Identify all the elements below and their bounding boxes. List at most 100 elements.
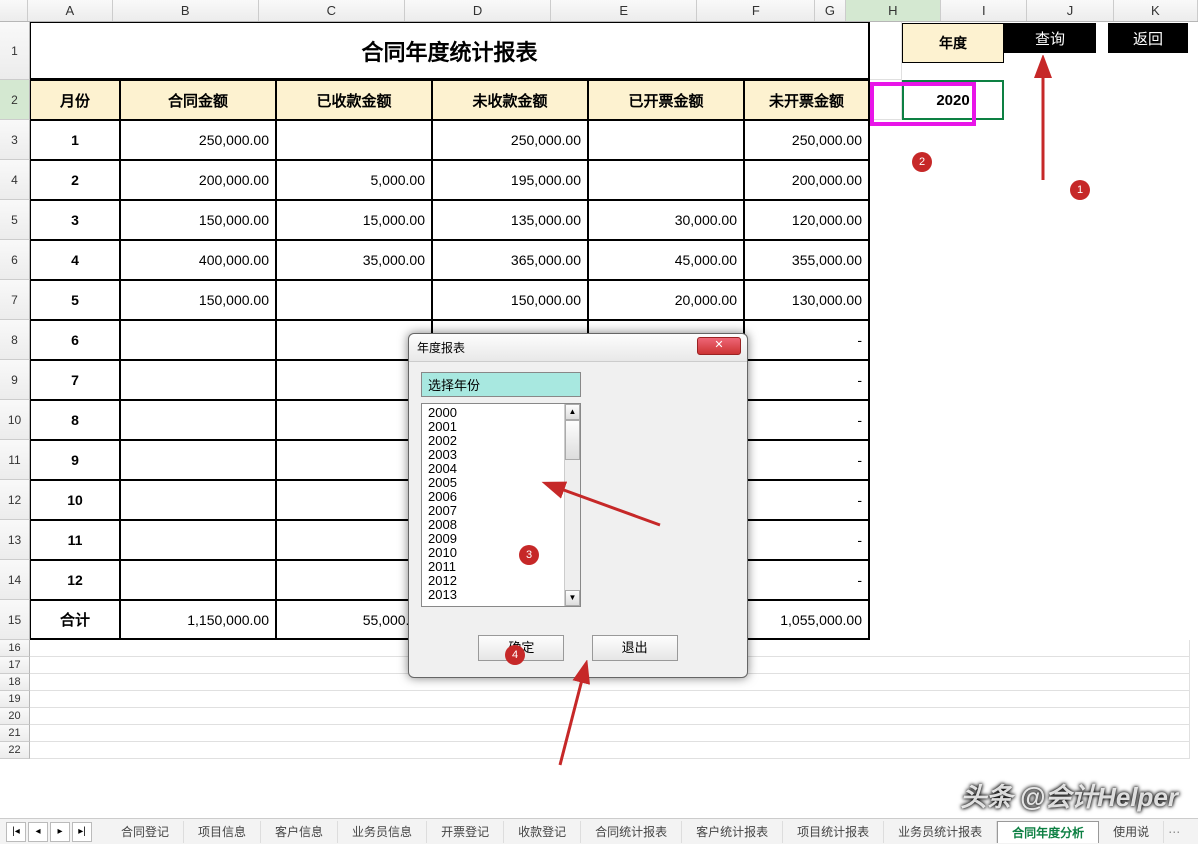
contract-cell[interactable] bbox=[120, 320, 276, 360]
contract-cell[interactable]: 150,000.00 bbox=[120, 280, 276, 320]
uninvoiced-cell[interactable]: - bbox=[744, 360, 870, 400]
year-option[interactable]: 2001 bbox=[428, 420, 580, 434]
row-header[interactable]: 21 bbox=[0, 725, 30, 742]
row-header[interactable]: 6 bbox=[0, 240, 30, 280]
month-cell[interactable]: 2 bbox=[30, 160, 120, 200]
scroll-down-button[interactable]: ▼ bbox=[565, 590, 580, 606]
row-header[interactable]: 3 bbox=[0, 120, 30, 160]
query-button[interactable]: 查询 bbox=[1004, 23, 1096, 53]
uninvoiced-cell[interactable]: - bbox=[744, 400, 870, 440]
sheet-tab[interactable]: 合同统计报表 bbox=[581, 821, 682, 843]
year-option[interactable]: 2003 bbox=[428, 448, 580, 462]
row-header[interactable]: 15 bbox=[0, 600, 30, 640]
year-option[interactable]: 2013 bbox=[428, 588, 580, 602]
month-cell[interactable]: 4 bbox=[30, 240, 120, 280]
contract-cell[interactable]: 150,000.00 bbox=[120, 200, 276, 240]
empty-cell[interactable] bbox=[30, 742, 1190, 759]
contract-cell[interactable] bbox=[120, 440, 276, 480]
empty-cell[interactable] bbox=[30, 691, 1190, 708]
empty-cell[interactable] bbox=[870, 80, 902, 120]
row-header[interactable]: 4 bbox=[0, 160, 30, 200]
sheet-tab[interactable]: 开票登记 bbox=[427, 821, 504, 843]
contract-cell[interactable] bbox=[120, 360, 276, 400]
row-header[interactable]: 5 bbox=[0, 200, 30, 240]
year-value-cell[interactable]: 2020 bbox=[902, 80, 1004, 120]
unreceived-cell[interactable]: 195,000.00 bbox=[432, 160, 588, 200]
sheet-tab[interactable]: 合同年度分析 bbox=[997, 821, 1099, 843]
row-header[interactable]: 20 bbox=[0, 708, 30, 725]
col-header[interactable]: C bbox=[259, 0, 405, 21]
year-option[interactable]: 2007 bbox=[428, 504, 580, 518]
sheet-tab[interactable]: 客户统计报表 bbox=[682, 821, 783, 843]
row-header[interactable]: 10 bbox=[0, 400, 30, 440]
contract-cell[interactable] bbox=[120, 400, 276, 440]
dialog-titlebar[interactable]: 年度报表 ✕ bbox=[409, 334, 747, 362]
tab-nav-next[interactable]: ▸ bbox=[50, 822, 70, 842]
col-header[interactable]: H bbox=[846, 0, 942, 21]
col-header[interactable]: B bbox=[113, 0, 259, 21]
contract-cell[interactable] bbox=[120, 480, 276, 520]
col-header[interactable]: E bbox=[551, 0, 697, 21]
row-header[interactable]: 18 bbox=[0, 674, 30, 691]
sheet-tab[interactable]: 客户信息 bbox=[261, 821, 338, 843]
uninvoiced-cell[interactable]: 200,000.00 bbox=[744, 160, 870, 200]
invoiced-cell[interactable]: 45,000.00 bbox=[588, 240, 744, 280]
row-header[interactable]: 1 bbox=[0, 22, 30, 80]
scroll-thumb[interactable] bbox=[565, 420, 580, 460]
uninvoiced-cell[interactable]: 355,000.00 bbox=[744, 240, 870, 280]
row-header[interactable]: 12 bbox=[0, 480, 30, 520]
contract-cell[interactable] bbox=[120, 560, 276, 600]
unreceived-cell[interactable]: 365,000.00 bbox=[432, 240, 588, 280]
listbox-scrollbar[interactable]: ▲ ▼ bbox=[564, 404, 580, 606]
month-cell[interactable]: 1 bbox=[30, 120, 120, 160]
row-header[interactable]: 19 bbox=[0, 691, 30, 708]
tabs-more-icon[interactable]: ⋯ bbox=[1168, 825, 1180, 839]
month-cell[interactable]: 8 bbox=[30, 400, 120, 440]
invoiced-cell[interactable] bbox=[588, 120, 744, 160]
received-cell[interactable] bbox=[276, 280, 432, 320]
empty-cell[interactable] bbox=[30, 708, 1190, 725]
year-option[interactable]: 2004 bbox=[428, 462, 580, 476]
scroll-up-button[interactable]: ▲ bbox=[565, 404, 580, 420]
row-header[interactable]: 8 bbox=[0, 320, 30, 360]
row-header[interactable]: 13 bbox=[0, 520, 30, 560]
empty-cell[interactable] bbox=[870, 22, 902, 80]
invoiced-cell[interactable]: 30,000.00 bbox=[588, 200, 744, 240]
uninvoiced-cell[interactable]: - bbox=[744, 480, 870, 520]
sheet-tab[interactable]: 业务员统计报表 bbox=[884, 821, 997, 843]
row-header[interactable]: 2 bbox=[0, 80, 30, 120]
sheet-tab[interactable]: 项目信息 bbox=[184, 821, 261, 843]
year-option[interactable]: 2009 bbox=[428, 532, 580, 546]
month-cell[interactable]: 10 bbox=[30, 480, 120, 520]
month-cell[interactable]: 3 bbox=[30, 200, 120, 240]
col-header[interactable]: F bbox=[697, 0, 815, 21]
sheet-tab[interactable]: 使用说 bbox=[1099, 821, 1164, 843]
dialog-exit-button[interactable]: 退出 bbox=[592, 635, 678, 661]
year-option[interactable]: 2008 bbox=[428, 518, 580, 532]
month-cell[interactable]: 6 bbox=[30, 320, 120, 360]
col-header[interactable]: K bbox=[1114, 0, 1198, 21]
col-header[interactable]: I bbox=[941, 0, 1027, 21]
month-cell[interactable]: 11 bbox=[30, 520, 120, 560]
contract-cell[interactable]: 250,000.00 bbox=[120, 120, 276, 160]
invoiced-cell[interactable]: 20,000.00 bbox=[588, 280, 744, 320]
year-option[interactable]: 2005 bbox=[428, 476, 580, 490]
invoiced-cell[interactable] bbox=[588, 160, 744, 200]
month-cell[interactable]: 9 bbox=[30, 440, 120, 480]
year-listbox[interactable]: 2000200120022003200420052006200720082009… bbox=[421, 403, 581, 607]
select-all-corner[interactable] bbox=[0, 0, 28, 21]
row-header[interactable]: 17 bbox=[0, 657, 30, 674]
col-header[interactable]: J bbox=[1027, 0, 1113, 21]
col-header[interactable]: G bbox=[815, 0, 845, 21]
received-cell[interactable]: 35,000.00 bbox=[276, 240, 432, 280]
contract-cell[interactable]: 200,000.00 bbox=[120, 160, 276, 200]
row-header[interactable]: 22 bbox=[0, 742, 30, 759]
col-header[interactable]: D bbox=[405, 0, 551, 21]
contract-cell[interactable] bbox=[120, 520, 276, 560]
sheet-tab[interactable]: 收款登记 bbox=[504, 821, 581, 843]
uninvoiced-cell[interactable]: - bbox=[744, 440, 870, 480]
year-option[interactable]: 2006 bbox=[428, 490, 580, 504]
year-option[interactable]: 2011 bbox=[428, 560, 580, 574]
unreceived-cell[interactable]: 135,000.00 bbox=[432, 200, 588, 240]
month-cell[interactable]: 7 bbox=[30, 360, 120, 400]
